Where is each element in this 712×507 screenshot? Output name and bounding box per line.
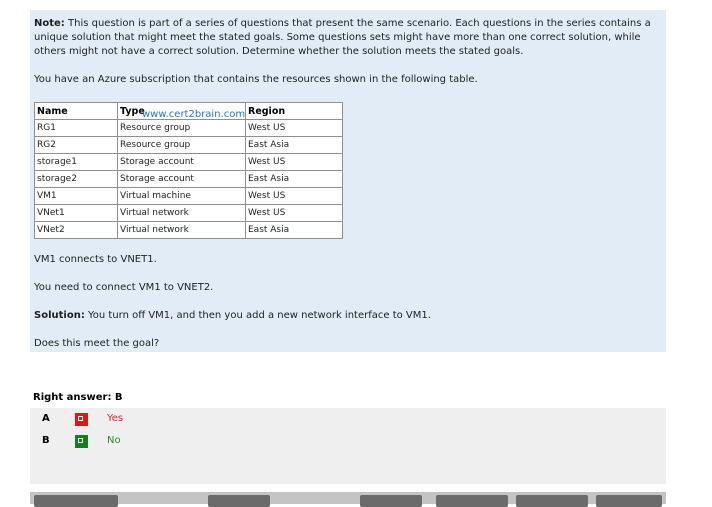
cell-type: Storage account <box>117 170 246 188</box>
cell-name: storage1 <box>34 153 118 171</box>
toolbar-button-2[interactable] <box>208 495 270 507</box>
cell-type: Virtual network <box>117 221 246 239</box>
table-intro: You have an Azure subscription that cont… <box>34 74 478 85</box>
cell-name: RG2 <box>34 136 118 154</box>
cell-type: Resource group <box>117 119 246 137</box>
option-letter: B <box>42 435 50 446</box>
table-row: storage2 Storage account East Asia <box>34 170 343 188</box>
question-panel: Note: This question is part of a series … <box>30 10 666 352</box>
note-text: This question is part of a series of que… <box>34 18 651 57</box>
cell-name: storage2 <box>34 170 118 188</box>
cell-region: East Asia <box>245 170 343 188</box>
header-region: Region <box>245 102 343 120</box>
cell-region: East Asia <box>245 221 343 239</box>
table-row: RG1 Resource group West US <box>34 119 343 137</box>
table-row: VNet1 Virtual network West US <box>34 204 343 222</box>
cell-region: West US <box>245 153 343 171</box>
header-name: Name <box>34 102 118 120</box>
solution-label: Solution: <box>34 310 85 321</box>
statement-connects: VM1 connects to VNET1. <box>34 254 157 265</box>
table-row: RG2 Resource group East Asia <box>34 136 343 154</box>
correct-answer-icon <box>75 435 88 448</box>
solution-text: You turn off VM1, and then you add a new… <box>84 310 431 321</box>
toolbar-button-3[interactable] <box>360 495 422 507</box>
toolbar-button-5[interactable] <box>516 495 588 507</box>
cell-type: Virtual machine <box>117 187 246 205</box>
cell-type: Virtual network <box>117 204 246 222</box>
wrong-answer-icon <box>75 413 88 426</box>
cell-name: RG1 <box>34 119 118 137</box>
cell-type: Storage account <box>117 153 246 171</box>
cell-region: West US <box>245 204 343 222</box>
option-letter: A <box>42 413 50 424</box>
option-text: No <box>107 435 121 446</box>
cell-name: VM1 <box>34 187 118 205</box>
table-row: VM1 Virtual machine West US <box>34 187 343 205</box>
bottom-toolbar <box>30 492 666 507</box>
cell-name: VNet2 <box>34 221 118 239</box>
cell-region: East Asia <box>245 136 343 154</box>
table-row: storage1 Storage account West US <box>34 153 343 171</box>
cell-region: West US <box>245 119 343 137</box>
option-a[interactable]: A Yes <box>30 411 666 429</box>
toolbar-button-6[interactable] <box>596 495 662 507</box>
goal-question: Does this meet the goal? <box>34 338 160 349</box>
statement-need: You need to connect VM1 to VNET2. <box>34 282 214 293</box>
solution-statement: Solution: You turn off VM1, and then you… <box>34 309 431 323</box>
cell-type: Resource group <box>117 136 246 154</box>
toolbar-button-4[interactable] <box>436 495 508 507</box>
option-b[interactable]: B No <box>30 433 666 451</box>
toolbar-button-1[interactable] <box>34 495 118 507</box>
cell-region: West US <box>245 187 343 205</box>
table-row: VNet2 Virtual network East Asia <box>34 221 343 239</box>
option-text: Yes <box>107 413 124 424</box>
right-answer-label: Right answer: B <box>33 392 123 403</box>
note-label: Note: <box>34 18 65 29</box>
answer-panel: A Yes B No <box>30 408 666 484</box>
cell-name: VNet1 <box>34 204 118 222</box>
watermark-text: www.cert2brain.com <box>142 109 246 120</box>
resources-table: Name Type Region RG1 Resource group West… <box>34 102 343 239</box>
question-intro: Note: This question is part of a series … <box>34 17 660 59</box>
